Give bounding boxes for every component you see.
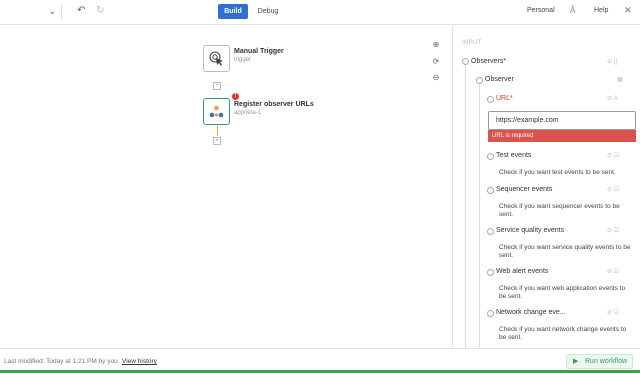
field-options-icon[interactable]: ⊘ ☑ bbox=[607, 186, 619, 193]
undo-icon[interactable]: ↶ bbox=[77, 5, 85, 16]
close-icon[interactable]: ✕ bbox=[624, 5, 632, 16]
add-step-button[interactable]: + bbox=[213, 137, 221, 145]
toggle-circle[interactable] bbox=[487, 228, 494, 235]
toggle-circle[interactable] bbox=[487, 187, 494, 194]
pointer-click-icon bbox=[209, 51, 223, 66]
tree-line bbox=[465, 64, 466, 348]
redo-icon[interactable]: ↻ bbox=[96, 5, 104, 16]
help-button[interactable]: Help bbox=[594, 7, 608, 14]
node-title: Manual Trigger bbox=[234, 48, 284, 55]
field-options-icon[interactable]: ⊘ ☑ bbox=[607, 268, 619, 275]
url-input[interactable]: https://example.com bbox=[488, 111, 636, 130]
node-subtitle: trigger bbox=[234, 57, 252, 63]
trigger-node-box[interactable] bbox=[203, 45, 230, 72]
toggle-circle[interactable] bbox=[487, 269, 494, 276]
top-bar: ⌄ ↶ ↻ Build Debug Personal Å Help ✕ bbox=[0, 0, 640, 25]
error-badge: ! bbox=[232, 93, 239, 100]
network-change-events-label: Network change eve... bbox=[496, 309, 566, 316]
url-options-icon[interactable]: ⊘ A bbox=[607, 95, 617, 102]
workflow-select[interactable]: ⌄ bbox=[0, 5, 62, 19]
refresh-icon[interactable]: ⟳ bbox=[430, 57, 442, 66]
field-options-icon[interactable]: ⊘ ☑ bbox=[607, 152, 619, 159]
observer-node-box[interactable] bbox=[203, 98, 230, 125]
test-events-desc: Check if you want test events to be sent… bbox=[499, 169, 616, 176]
register-observer-urls-node[interactable]: Register observer URLs appneta-1 bbox=[203, 98, 314, 125]
user-icon[interactable]: Å bbox=[570, 6, 575, 15]
field-options-icon[interactable]: ⊘ ☑ bbox=[607, 309, 619, 316]
toggle-circle[interactable] bbox=[487, 96, 494, 103]
service-quality-events-label: Service quality events bbox=[496, 227, 565, 234]
toggle-circle[interactable] bbox=[462, 58, 469, 65]
last-modified-text: Last modified: Today at 1:21 PM by you bbox=[4, 358, 118, 365]
chevron-down-icon: ⌄ bbox=[48, 6, 56, 16]
input-panel: INPUT Observers* ⊘ {} Observer ▦ URL* ⊘ … bbox=[452, 26, 640, 348]
tree-line bbox=[479, 84, 480, 348]
toggle-circle[interactable] bbox=[487, 310, 494, 317]
appneta-icon bbox=[209, 105, 224, 117]
add-step-button[interactable]: + bbox=[213, 82, 221, 90]
play-icon: ▶ bbox=[573, 358, 579, 365]
manual-trigger-node[interactable]: Manual Trigger trigger bbox=[203, 45, 284, 72]
node-subtitle: appneta-1 bbox=[234, 110, 262, 116]
toggle-circle[interactable] bbox=[476, 77, 483, 84]
debug-tab[interactable]: Debug bbox=[253, 4, 283, 19]
zoom-out-icon[interactable]: ⊖ bbox=[430, 73, 442, 82]
service-quality-events-desc: Check if you want service quality events… bbox=[499, 244, 631, 259]
observer-grid-icon[interactable]: ▦ bbox=[617, 76, 623, 83]
zoom-in-icon[interactable]: ⊕ bbox=[430, 40, 442, 49]
observers-options-icon[interactable]: ⊘ {} bbox=[607, 58, 618, 65]
sequencer-events-desc: Check if you want sequencer events to be… bbox=[499, 203, 620, 218]
workspace-selector[interactable]: Personal bbox=[527, 7, 555, 14]
build-tab[interactable]: Build bbox=[218, 4, 248, 19]
node-title: Register observer URLs bbox=[234, 101, 314, 108]
view-history-link[interactable]: View history bbox=[122, 358, 157, 365]
network-change-events-desc: Check if you want network change events … bbox=[499, 326, 627, 341]
run-workflow-button[interactable]: ▶ Run workflow bbox=[566, 354, 633, 369]
url-error-message: URL is required bbox=[488, 130, 636, 142]
test-events-label: Test events bbox=[496, 152, 532, 159]
url-label: URL* bbox=[496, 95, 513, 102]
run-workflow-label: Run workflow bbox=[585, 358, 628, 365]
field-options-icon[interactable]: ⊘ ☑ bbox=[607, 227, 619, 234]
workflow-canvas[interactable]: Manual Trigger trigger + Register observ… bbox=[0, 26, 452, 348]
observers-label: Observers* bbox=[471, 58, 507, 65]
connector-line bbox=[217, 126, 218, 136]
panel-header: INPUT bbox=[462, 40, 482, 46]
observer-label: Observer bbox=[485, 76, 514, 83]
toggle-circle[interactable] bbox=[487, 153, 494, 160]
web-alert-events-label: Web alert events bbox=[496, 268, 549, 275]
web-alert-events-desc: Check if you want web application events… bbox=[499, 285, 626, 300]
sequencer-events-label: Sequencer events bbox=[496, 186, 553, 193]
